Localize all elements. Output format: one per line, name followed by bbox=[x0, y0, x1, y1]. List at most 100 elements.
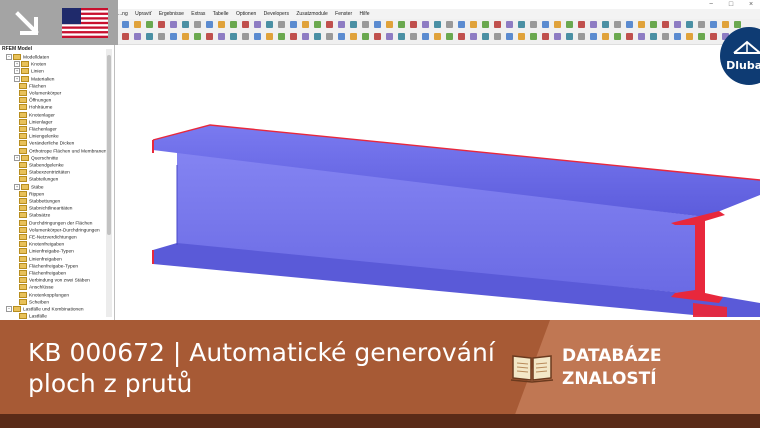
toolbar-button[interactable] bbox=[242, 21, 249, 28]
toolbar-button[interactable] bbox=[590, 33, 597, 40]
toolbar-button[interactable] bbox=[734, 21, 741, 28]
menu-item[interactable]: Tabelle bbox=[213, 11, 229, 17]
menu-item[interactable]: Developers bbox=[264, 11, 289, 17]
toolbar-button[interactable] bbox=[278, 21, 285, 28]
toolbar-button[interactable] bbox=[530, 33, 537, 40]
navigator-item[interactable]: Knotenfreigaben bbox=[14, 241, 64, 248]
navigator-scroll-thumb[interactable] bbox=[107, 55, 111, 235]
toolbar-button[interactable] bbox=[650, 33, 657, 40]
navigator-item[interactable]: Flächen bbox=[14, 82, 46, 90]
navigator-item[interactable]: Rippen bbox=[14, 190, 44, 198]
toolbar-button[interactable] bbox=[638, 21, 645, 28]
navigator-item[interactable]: − Modelldaten bbox=[6, 54, 49, 61]
toolbar-button[interactable] bbox=[122, 33, 129, 40]
navigator-item[interactable]: Flächenfreigaben bbox=[14, 270, 66, 277]
navigator-item[interactable]: Flächenlager bbox=[14, 126, 57, 133]
toolbar-button[interactable] bbox=[566, 21, 573, 28]
toolbar-button[interactable] bbox=[218, 21, 225, 28]
toolbar-button[interactable] bbox=[722, 21, 729, 28]
toolbar-button[interactable] bbox=[698, 21, 705, 28]
toolbar-button[interactable] bbox=[578, 21, 585, 28]
menu-item[interactable]: Zusatzmodule bbox=[296, 11, 327, 17]
toolbar-button[interactable] bbox=[146, 33, 153, 40]
expand-toggle-icon[interactable]: + bbox=[14, 154, 20, 161]
navigator-item[interactable]: Stabexzentrizitäten bbox=[14, 169, 70, 176]
toolbar-button[interactable] bbox=[542, 33, 549, 40]
menu-item[interactable]: Extras bbox=[191, 11, 205, 17]
navigator-item[interactable]: Stabteilungen bbox=[14, 176, 58, 183]
toolbar-button[interactable] bbox=[434, 33, 441, 40]
toolbar-button[interactable] bbox=[362, 21, 369, 28]
toolbar-button[interactable] bbox=[494, 21, 501, 28]
toolbar-button[interactable] bbox=[278, 33, 285, 40]
toolbar-button[interactable] bbox=[518, 21, 525, 28]
toolbar-button[interactable] bbox=[458, 33, 465, 40]
toolbar-button[interactable] bbox=[158, 33, 165, 40]
toolbar-button[interactable] bbox=[638, 33, 645, 40]
navigator-item[interactable]: + Knoten bbox=[14, 61, 46, 68]
navigator-item[interactable]: Volumenkörper-Durchdringungen bbox=[14, 226, 100, 234]
toolbar-button[interactable] bbox=[590, 21, 597, 28]
toolbar-button[interactable] bbox=[134, 21, 141, 28]
toolbar-button[interactable] bbox=[554, 33, 561, 40]
toolbar-button[interactable] bbox=[410, 33, 417, 40]
toolbar-button[interactable] bbox=[578, 33, 585, 40]
toolbar-button[interactable] bbox=[710, 21, 717, 28]
toolbar-button[interactable] bbox=[338, 33, 345, 40]
toolbar-button[interactable] bbox=[290, 33, 297, 40]
navigator-item[interactable]: + Querschnitte bbox=[14, 154, 58, 162]
toolbar-button[interactable] bbox=[398, 33, 405, 40]
toolbar-button[interactable] bbox=[254, 33, 261, 40]
navigator-item[interactable]: Öffnungen bbox=[14, 97, 51, 104]
navigator-item[interactable]: Lastfälle bbox=[14, 313, 47, 320]
toolbar-button[interactable] bbox=[134, 33, 141, 40]
navigator-item[interactable]: FE-Netzverdichtungen bbox=[14, 234, 77, 241]
toolbar-button[interactable] bbox=[146, 21, 153, 28]
toolbar-button[interactable] bbox=[230, 21, 237, 28]
toolbar-button[interactable] bbox=[458, 21, 465, 28]
toolbar-button[interactable] bbox=[182, 21, 189, 28]
toolbar-button[interactable] bbox=[662, 33, 669, 40]
toolbar-button[interactable] bbox=[266, 21, 273, 28]
toolbar-button[interactable] bbox=[314, 33, 321, 40]
menu-item[interactable]: Upraviť bbox=[135, 11, 151, 17]
toolbar-button[interactable] bbox=[686, 21, 693, 28]
navigator-item[interactable]: Veränderliche Dicken bbox=[14, 140, 74, 147]
menu-item[interactable]: Optionen bbox=[236, 11, 256, 17]
toolbar-button[interactable] bbox=[650, 21, 657, 28]
toolbar-button[interactable] bbox=[386, 21, 393, 28]
navigator-item[interactable]: Stabendgelenke bbox=[14, 162, 64, 169]
toolbar-button[interactable] bbox=[314, 21, 321, 28]
toolbar-button[interactable] bbox=[470, 21, 477, 28]
navigator-item[interactable]: Hohlräume bbox=[14, 104, 52, 111]
navigator-item[interactable]: Liniengelenke bbox=[14, 133, 59, 140]
toolbar-button[interactable] bbox=[422, 21, 429, 28]
toolbar-button[interactable] bbox=[518, 33, 525, 40]
toolbar-button[interactable] bbox=[338, 21, 345, 28]
toolbar-button[interactable] bbox=[554, 21, 561, 28]
toolbar-button[interactable] bbox=[194, 33, 201, 40]
toolbar-button[interactable] bbox=[386, 33, 393, 40]
toolbar-button[interactable] bbox=[626, 33, 633, 40]
toolbar-button[interactable] bbox=[506, 21, 513, 28]
toolbar-button[interactable] bbox=[614, 21, 621, 28]
toolbar-button[interactable] bbox=[206, 33, 213, 40]
toolbar-button[interactable] bbox=[422, 33, 429, 40]
toolbar-button[interactable] bbox=[158, 21, 165, 28]
navigator-item[interactable]: Durchdringungen der Flächen bbox=[14, 219, 92, 227]
navigator-item[interactable]: Stabnichtlinearitäten bbox=[14, 205, 72, 212]
maximize-button[interactable]: □ bbox=[724, 0, 738, 9]
toolbar-button[interactable] bbox=[242, 33, 249, 40]
navigator-item[interactable]: Linienfreigaben bbox=[14, 255, 62, 263]
toolbar-button[interactable] bbox=[170, 21, 177, 28]
navigator-item[interactable]: Knotenkopplungen bbox=[14, 291, 69, 299]
toolbar-button[interactable] bbox=[446, 21, 453, 28]
toolbar-button[interactable] bbox=[434, 21, 441, 28]
toolbar-button[interactable] bbox=[446, 33, 453, 40]
toolbar-button[interactable] bbox=[470, 33, 477, 40]
close-button[interactable]: × bbox=[744, 0, 758, 9]
toolbar-button[interactable] bbox=[410, 21, 417, 28]
toolbar-button[interactable] bbox=[686, 33, 693, 40]
toolbar-button[interactable] bbox=[710, 33, 717, 40]
toolbar-button[interactable] bbox=[362, 33, 369, 40]
